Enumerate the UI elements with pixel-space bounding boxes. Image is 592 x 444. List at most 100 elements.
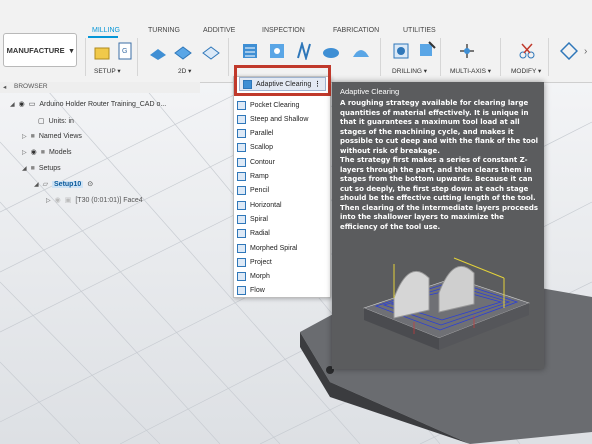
tree-label: Named Views — [38, 132, 82, 140]
tree-item-units[interactable]: ▢ Units: in — [38, 114, 74, 128]
pocket-clearing-icon — [237, 100, 246, 110]
menu-item-ramp[interactable]: Ramp — [234, 170, 330, 184]
tree-label: Arduino Holder Router Training_CAD o... — [39, 100, 167, 108]
svg-text:G: G — [122, 48, 127, 55]
tree-label: [T30 (0:01:01)] Face4 — [75, 196, 143, 204]
menu-item-morph[interactable]: Morph — [234, 270, 330, 284]
flow-icon — [237, 286, 246, 296]
menu-item-pencil[interactable]: Pencil — [234, 184, 330, 198]
eye-icon[interactable]: ◉ — [31, 148, 37, 156]
highlight-box — [234, 65, 331, 96]
new-folder-icon[interactable] — [93, 44, 111, 62]
tooltip-paragraph-1: A roughing strategy available for cleari… — [340, 99, 539, 155]
tab-milling[interactable]: MILLING — [92, 27, 120, 34]
expand-right-icon[interactable]: ▷ — [22, 133, 27, 140]
3d-scallop-icon[interactable] — [352, 42, 370, 60]
morphed-spiral-icon — [237, 243, 246, 253]
menu-item-radial[interactable]: Radial — [234, 227, 330, 241]
menu-item-pocket-clearing[interactable]: Pocket Clearing — [234, 98, 330, 112]
folder-icon: ■ — [30, 164, 35, 172]
browser-header: ◂ BROWSER — [0, 82, 200, 93]
workspace-switcher[interactable]: MANUFACTURE ▾ — [3, 33, 77, 67]
menu-item-label: Scallop — [250, 144, 273, 152]
menu-item-parallel[interactable]: Parallel — [234, 127, 330, 141]
expand-down-icon[interactable]: ◢ — [22, 165, 27, 172]
menu-item-label: Pocket Clearing — [250, 101, 300, 109]
workspace-label: MANUFACTURE — [6, 45, 65, 55]
project-icon — [237, 257, 246, 267]
expand-down-icon[interactable]: ◢ — [10, 101, 15, 108]
tree-item-models[interactable]: ▷ ◉ ■ Models — [22, 145, 72, 159]
menu-item-label: Flow — [250, 287, 265, 295]
2d-contour-icon[interactable] — [202, 43, 220, 61]
tooltip-title: Adaptive Clearing — [340, 87, 400, 96]
multi-axis-icon[interactable] — [458, 42, 476, 60]
tree-item-setup10[interactable]: ◢ ▱ Setup10 ⊙ — [34, 177, 93, 191]
menu-item-label: Steep and Shallow — [250, 115, 309, 123]
tab-utilities[interactable]: UTILITIES — [403, 27, 436, 34]
3d-pocket-icon[interactable] — [268, 42, 286, 60]
tree-label: Setup10 — [52, 180, 84, 188]
menu-item-label: Radial — [250, 230, 270, 238]
units-icon: ▢ — [38, 118, 45, 125]
setup-icon: ▱ — [42, 181, 49, 188]
menu-item-scallop[interactable]: Scallop — [234, 141, 330, 155]
tree-item-operation[interactable]: ▷ ◉ ▣ [T30 (0:01:01)] Face4 — [46, 193, 143, 207]
tooltip-panel: Adaptive Clearing A roughing strategy av… — [332, 82, 544, 369]
tree-item-named-views[interactable]: ▷ ■ Named Views — [22, 129, 82, 143]
diamond-icon[interactable] — [560, 42, 578, 60]
2d-adaptive-icon[interactable] — [149, 43, 167, 61]
adaptive-clearing-illustration — [363, 257, 530, 350]
group-2d[interactable]: 2D ▾ — [178, 67, 191, 75]
tab-fabrication[interactable]: FABRICATION — [333, 27, 379, 34]
tab-additive[interactable]: ADDITIVE — [203, 27, 235, 34]
menu-item-label: Horizontal — [250, 201, 282, 209]
document-icon: ▭ — [28, 101, 36, 108]
eye-icon[interactable]: ◉ — [19, 100, 25, 108]
expand-right-icon[interactable]: ▷ — [46, 197, 51, 204]
tab-turning[interactable]: TURNING — [148, 27, 180, 34]
drill-icon[interactable] — [392, 42, 410, 60]
group-modify[interactable]: MODIFY ▾ — [511, 67, 541, 75]
nc-program-icon[interactable]: G — [116, 42, 134, 60]
3d-adaptive-icon[interactable] — [241, 42, 259, 60]
3d-parallel-icon[interactable] — [296, 42, 314, 60]
tree-label: Units: in — [48, 117, 74, 125]
spiral-icon — [237, 214, 246, 224]
scissors-icon[interactable] — [518, 42, 536, 60]
active-setup-icon[interactable]: ⊙ — [87, 180, 93, 188]
collapse-icon[interactable]: ◂ — [3, 83, 6, 91]
menu-item-label: Contour — [250, 158, 275, 166]
browser-title: BROWSER — [14, 83, 48, 90]
hidden-eye-icon[interactable]: ◉ — [55, 196, 61, 204]
menu-item-steep-and-shallow[interactable]: Steep and Shallow — [234, 112, 330, 126]
menu-item-spiral[interactable]: Spiral — [234, 212, 330, 226]
2d-pocket-icon[interactable] — [174, 43, 192, 61]
menu-item-label: Parallel — [250, 130, 274, 138]
expand-right-icon[interactable]: ▷ — [22, 149, 27, 156]
browser-panel: ◂ BROWSER ◢ ◉ ▭ Arduino Holder Router Tr… — [0, 82, 200, 212]
menu-item-contour[interactable]: Contour — [234, 155, 330, 169]
morph-icon — [237, 272, 246, 282]
menu-item-flow[interactable]: Flow — [234, 284, 330, 298]
menu-item-project[interactable]: Project — [234, 255, 330, 269]
contour-icon — [237, 157, 246, 167]
bore-icon[interactable] — [418, 40, 436, 58]
tab-inspection[interactable]: INSPECTION — [262, 27, 305, 34]
group-setup[interactable]: SETUP ▾ — [94, 67, 121, 75]
folder-icon: ■ — [40, 148, 45, 156]
chevron-down-icon: ▾ — [69, 45, 74, 55]
ramp-icon — [237, 172, 246, 181]
3d-contour-icon[interactable] — [322, 42, 340, 60]
group-multi-axis[interactable]: MULTI-AXIS ▾ — [450, 67, 491, 75]
menu-item-label: Morph — [250, 273, 270, 281]
pencil-icon — [237, 186, 246, 196]
3d-strategy-menu: Pocket Clearing Steep and Shallow Parallel… — [233, 76, 331, 298]
expand-arrow-icon[interactable]: › — [584, 46, 587, 57]
tree-item-setups[interactable]: ◢ ■ Setups — [22, 161, 61, 175]
menu-item-horizontal[interactable]: Horizontal — [234, 198, 330, 212]
expand-down-icon[interactable]: ◢ — [34, 181, 39, 188]
tree-item-document[interactable]: ◢ ◉ ▭ Arduino Holder Router Training_CAD… — [10, 97, 166, 111]
group-drilling[interactable]: DRILLING ▾ — [392, 67, 427, 75]
menu-item-morphed-spiral[interactable]: Morphed Spiral — [234, 241, 330, 255]
